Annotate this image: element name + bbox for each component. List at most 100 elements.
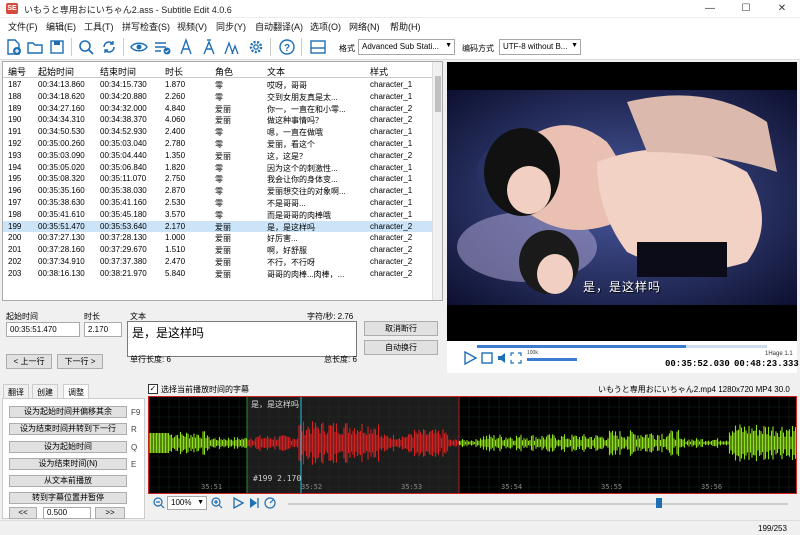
col-style[interactable]: 样式: [370, 65, 388, 78]
cell-style: character_2: [370, 221, 413, 231]
grid-scrollbar[interactable]: [432, 62, 442, 300]
unbreak-button[interactable]: 取消断行: [364, 321, 438, 336]
col-text[interactable]: 文本: [267, 65, 285, 78]
close-button[interactable]: ✕: [764, 0, 800, 18]
menu-options[interactable]: 选项(O): [310, 20, 341, 33]
encoding-label: 编码方式: [462, 44, 494, 53]
cell-actor: 零: [215, 92, 223, 102]
table-row[interactable]: 198 00:35:41.610 00:35:45.180 3.570 零 而是哥哥的肉棒…: [3, 209, 433, 221]
table-row[interactable]: 190 00:34:34.310 00:34:38.370 4.060 爱丽 做这种事情吗…: [3, 114, 433, 126]
cell-style: character_1: [370, 127, 413, 137]
table-row[interactable]: 187 00:34:13.860 00:34:15.730 1.870 零 哎呀，哥哥 ch…: [3, 79, 433, 91]
font-size-icon[interactable]: [221, 36, 243, 58]
set-start-button[interactable]: 设为起始时间: [9, 441, 127, 453]
volume-icon[interactable]: [497, 352, 509, 366]
set-end-next-button[interactable]: 设为结束时间并转到下一行: [9, 423, 127, 435]
cell-text: 啊，好舒服: [267, 246, 307, 256]
save-icon[interactable]: [46, 36, 68, 58]
encoding-select[interactable]: UTF-8 without B... ▼: [499, 39, 581, 55]
table-row[interactable]: 197 00:35:38.630 00:35:41.160 2.530 零 不是哥哥...…: [3, 197, 433, 209]
table-row[interactable]: 192 00:35:00.260 00:35:03.040 2.780 零 爱丽，看这个 c…: [3, 138, 433, 150]
settings-gear-icon[interactable]: [245, 36, 267, 58]
tab-translate[interactable]: 翻译: [3, 384, 29, 398]
menu-file[interactable]: 文件(F): [8, 20, 38, 33]
prev-line-button[interactable]: < 上一行: [6, 354, 52, 369]
step-value-input[interactable]: 0.500: [43, 507, 91, 519]
audio-waveform[interactable]: 是，是这样吗 #199 2.170 35:51 35:52 35:53 35:54 35…: [148, 396, 797, 494]
search-icon[interactable]: [75, 36, 97, 58]
set-end-button[interactable]: 设为结束时间(N): [9, 458, 127, 470]
video-seekbar[interactable]: [477, 345, 767, 348]
minimize-button[interactable]: —: [692, 0, 728, 18]
style-icon[interactable]: [198, 36, 220, 58]
set-start-offset-button[interactable]: 设为起始时间并偏移其余: [9, 406, 127, 418]
table-row[interactable]: 191 00:34:50.530 00:34:52.930 2.400 零 嗯，一直在做哦…: [3, 126, 433, 138]
duration-input[interactable]: 2.170: [84, 322, 122, 337]
menu-network[interactable]: 网络(N): [349, 20, 380, 33]
play-selection-icon[interactable]: [248, 497, 260, 511]
menu-spellcheck[interactable]: 拼写检查(S): [122, 20, 170, 33]
menu-sync[interactable]: 同步(Y): [216, 20, 246, 33]
replace-icon[interactable]: [98, 36, 120, 58]
spellcheck-icon[interactable]: [151, 36, 173, 58]
table-row[interactable]: 196 00:35:35.160 00:35:38.030 2.870 零 爱丽想交往的对…: [3, 185, 433, 197]
col-end[interactable]: 结束时间: [100, 65, 136, 78]
play-icon[interactable]: [232, 496, 245, 511]
subtitle-text-input[interactable]: 是，是这样吗: [127, 321, 357, 357]
cell-start: 00:34:18.620: [38, 91, 85, 101]
play-from-text-button[interactable]: 从文本前播放: [9, 475, 127, 487]
table-row[interactable]: 195 00:35:08.320 00:35:11.070 2.750 零 我会让你的身体…: [3, 173, 433, 185]
table-row[interactable]: 188 00:34:18.620 00:34:20.880 2.260 零 交到女朋友真是…: [3, 91, 433, 103]
format-select[interactable]: Advanced Sub Stati... ▼: [358, 39, 455, 55]
col-duration[interactable]: 时长: [165, 65, 183, 78]
waveform-position-slider[interactable]: [288, 503, 788, 505]
table-row[interactable]: 203 00:38:16.130 00:38:21.970 5.840 爱丽 哥哥的肉棒.…: [3, 268, 433, 280]
tab-adjust[interactable]: 调整: [63, 384, 89, 398]
next-line-button[interactable]: 下一行 >: [57, 354, 103, 369]
menu-autotranslate[interactable]: 自动翻译(A): [255, 20, 303, 33]
table-row[interactable]: 193 00:35:03.090 00:35:04.440 1.350 爱丽 这，这是？ c…: [3, 150, 433, 162]
zoom-select[interactable]: 100% ▼: [167, 496, 207, 510]
col-number[interactable]: 编号: [8, 65, 26, 78]
speed-icon[interactable]: [264, 497, 276, 511]
fullscreen-icon[interactable]: [510, 352, 522, 366]
start-time-input[interactable]: 00:35:51.470: [6, 322, 80, 337]
zoom-in-icon[interactable]: [211, 497, 223, 511]
step-back-button[interactable]: <<: [9, 507, 37, 519]
zoom-out-icon[interactable]: [153, 497, 165, 511]
stop-icon[interactable]: [481, 352, 493, 366]
layout-icon[interactable]: [307, 36, 329, 58]
checkbox[interactable]: ✓: [148, 384, 158, 394]
step-forward-button[interactable]: >>: [95, 507, 125, 519]
menu-tools[interactable]: 工具(T): [84, 20, 114, 33]
goto-pause-button[interactable]: 转到字幕位置并暂停: [9, 492, 127, 504]
col-start[interactable]: 起始时间: [38, 65, 74, 78]
cell-start: 00:34:50.530: [38, 127, 85, 137]
tab-create[interactable]: 创建: [32, 384, 58, 398]
new-file-icon[interactable]: [2, 36, 24, 58]
font-icon[interactable]: [175, 36, 197, 58]
visual-sync-icon[interactable]: [128, 36, 150, 58]
open-folder-icon[interactable]: [24, 36, 46, 58]
slider-thumb[interactable]: [656, 498, 662, 508]
menu-help[interactable]: 帮助(H): [390, 20, 421, 33]
auto-break-button[interactable]: 自动换行: [364, 340, 438, 355]
play-icon[interactable]: [463, 350, 478, 367]
table-row[interactable]: 202 00:37:34.910 00:37:37.380 2.470 爱丽 不行，不行呀…: [3, 256, 433, 268]
title-bar: SE いもうと専用おにいちゃん2.ass - Subtitle Edit 4.0…: [0, 0, 800, 18]
cell-duration: 2.870: [165, 186, 186, 196]
menu-edit[interactable]: 编辑(E): [46, 20, 76, 33]
table-row[interactable]: 189 00:34:27.160 00:34:32.000 4.840 爱丽 你一，一直在…: [3, 103, 433, 115]
table-row[interactable]: 194 00:35:05.020 00:35:06.840 1.820 零 因为这个的刺激…: [3, 162, 433, 174]
help-icon[interactable]: ?: [276, 36, 298, 58]
table-row[interactable]: 199 00:35:51.470 00:35:53.640 2.170 爱丽 是，是这样吗…: [3, 220, 433, 233]
cell-duration: 2.530: [165, 198, 186, 207]
volume-slider[interactable]: [527, 358, 577, 361]
maximize-button[interactable]: ☐: [728, 0, 764, 18]
table-row[interactable]: 200 00:37:27.130 00:37:28.130 1.000 爱丽 好厉害...…: [3, 232, 433, 244]
menu-video[interactable]: 视频(V): [177, 20, 207, 33]
col-actor[interactable]: 角色: [215, 65, 233, 78]
cell-number: 190: [8, 115, 22, 125]
table-row[interactable]: 201 00:37:28.160 00:37:29.670 1.510 爱丽 啊，好舒服 c…: [3, 244, 433, 256]
video-player[interactable]: 是，是这样吗: [447, 62, 797, 341]
